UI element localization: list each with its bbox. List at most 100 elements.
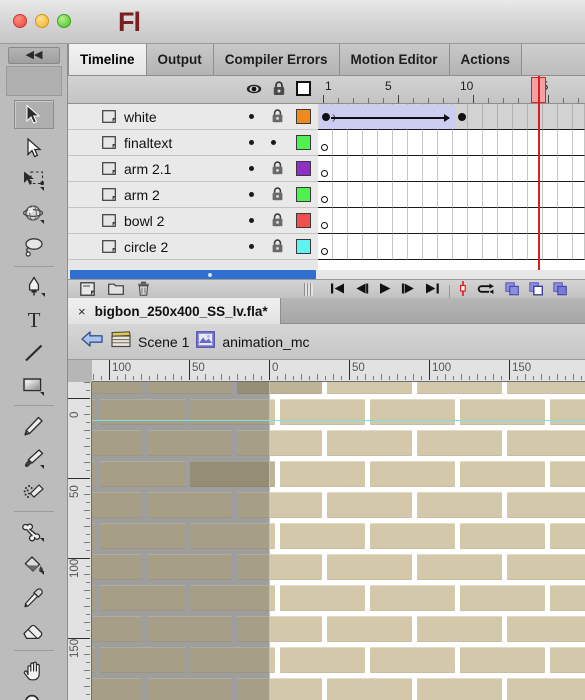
bone-tool[interactable] xyxy=(6,515,62,548)
tab-actions[interactable]: Actions xyxy=(449,44,523,75)
document-tab[interactable]: × bigbon_250x400_SS_lv.fla* xyxy=(68,298,281,324)
brush-tool[interactable] xyxy=(6,442,62,475)
onion-skin-marker-icon[interactable] xyxy=(459,281,467,298)
frame-row[interactable] xyxy=(318,130,585,156)
layer-visibility-toggle[interactable] xyxy=(249,192,254,197)
zoom-window-button[interactable] xyxy=(57,14,71,28)
vertical-guide[interactable] xyxy=(269,382,270,700)
pencil-tool[interactable] xyxy=(6,409,62,442)
layer-row[interactable]: arm 2.1 xyxy=(68,156,318,182)
frame-row[interactable] xyxy=(318,156,585,182)
panel-tab-bar[interactable]: Timeline Output Compiler Errors Motion Edit… xyxy=(68,44,585,76)
layer-outline-color-swatch[interactable] xyxy=(296,213,311,228)
timeline-ruler[interactable]: 15101520 xyxy=(318,76,585,104)
loop-playback-icon[interactable] xyxy=(476,282,496,298)
empty-keyframe[interactable] xyxy=(321,196,328,203)
stage-canvas[interactable] xyxy=(92,382,585,700)
tab-compiler-errors[interactable]: Compiler Errors xyxy=(213,44,340,75)
symbol-label[interactable]: animation_mc xyxy=(222,334,309,350)
go-to-first-frame-button[interactable] xyxy=(330,282,345,298)
play-button[interactable] xyxy=(378,282,392,298)
selection-tool[interactable] xyxy=(6,98,62,131)
lasso-tool[interactable] xyxy=(6,230,62,263)
frame-row[interactable] xyxy=(318,104,585,130)
layer-lock-toggle[interactable] xyxy=(271,239,284,258)
frame-row[interactable] xyxy=(318,182,585,208)
layer-lock-toggle[interactable] xyxy=(271,135,276,145)
collapse-panel-button[interactable]: ◀◀ xyxy=(8,47,60,64)
layer-row[interactable]: circle 2 xyxy=(68,234,318,260)
layer-outline-color-swatch[interactable] xyxy=(296,187,311,202)
text-tool[interactable]: T xyxy=(6,303,62,336)
new-folder-icon[interactable] xyxy=(108,282,124,298)
vertical-ruler[interactable]: 0 50 100 150 xyxy=(68,382,92,700)
line-tool[interactable] xyxy=(6,336,62,369)
scene-clapboard-icon[interactable] xyxy=(111,330,131,353)
frame-row[interactable] xyxy=(318,234,585,260)
onion-skin-outlines-icon[interactable] xyxy=(529,281,544,299)
keyframe[interactable] xyxy=(322,113,330,121)
new-layer-icon[interactable] xyxy=(80,281,95,299)
empty-keyframe[interactable] xyxy=(321,222,328,229)
keyframe[interactable] xyxy=(458,113,466,121)
3d-rotation-tool[interactable] xyxy=(6,197,62,230)
outline-square-icon[interactable] xyxy=(295,80,312,101)
spray-brush-tool[interactable] xyxy=(6,475,62,508)
empty-keyframe[interactable] xyxy=(321,144,328,151)
minimize-window-button[interactable] xyxy=(35,14,49,28)
eraser-tool[interactable] xyxy=(6,614,62,647)
layer-list[interactable]: white finaltext arm 2.1 arm 2 bowl 2 circle 2 xyxy=(68,104,318,260)
timeline-resize-grip[interactable] xyxy=(304,283,313,296)
rectangle-tool[interactable] xyxy=(6,369,62,402)
subselection-tool[interactable] xyxy=(6,131,62,164)
layer-visibility-toggle[interactable] xyxy=(249,166,254,171)
layer-row[interactable]: arm 2 xyxy=(68,182,318,208)
close-document-icon[interactable]: × xyxy=(78,304,86,319)
layer-lock-toggle[interactable] xyxy=(271,187,284,206)
go-to-last-frame-button[interactable] xyxy=(425,282,440,298)
edit-multiple-frames-icon[interactable] xyxy=(553,281,568,299)
layer-row[interactable]: bowl 2 xyxy=(68,208,318,234)
layer-outline-color-swatch[interactable] xyxy=(296,109,311,124)
pen-tool[interactable] xyxy=(6,270,62,303)
step-forward-one-frame-button[interactable] xyxy=(401,282,416,298)
layer-lock-toggle[interactable] xyxy=(271,213,284,232)
onion-skin-icon[interactable] xyxy=(505,281,520,299)
frame-row[interactable] xyxy=(318,208,585,234)
layer-visibility-toggle[interactable] xyxy=(249,244,254,249)
empty-keyframe[interactable] xyxy=(321,248,328,255)
layer-lock-toggle[interactable] xyxy=(271,161,284,180)
horizontal-guide[interactable] xyxy=(92,420,585,421)
tab-output[interactable]: Output xyxy=(146,44,214,75)
empty-keyframe[interactable] xyxy=(321,170,328,177)
layer-lock-toggle[interactable] xyxy=(271,109,284,128)
zoom-tool[interactable] xyxy=(6,687,62,700)
h-ruler-tick xyxy=(557,374,558,380)
layer-row[interactable]: finaltext xyxy=(68,130,318,156)
layer-visibility-toggle[interactable] xyxy=(249,114,254,119)
window-controls[interactable] xyxy=(13,14,71,28)
frames-grid[interactable] xyxy=(318,104,585,270)
layer-outline-color-swatch[interactable] xyxy=(296,135,311,150)
layer-visibility-toggle[interactable] xyxy=(249,140,254,145)
timeline-horizontal-scrollbar[interactable] xyxy=(70,270,316,279)
layer-outline-color-swatch[interactable] xyxy=(296,239,311,254)
layer-visibility-toggle[interactable] xyxy=(249,218,254,223)
free-transform-tool[interactable] xyxy=(6,164,62,197)
close-window-button[interactable] xyxy=(13,14,27,28)
eyedropper-tool[interactable] xyxy=(6,581,62,614)
back-arrow-icon[interactable] xyxy=(80,329,104,354)
scene-label[interactable]: Scene 1 xyxy=(138,334,189,350)
hand-tool[interactable] xyxy=(6,654,62,687)
tab-motion-editor[interactable]: Motion Editor xyxy=(339,44,450,75)
delete-layer-icon[interactable] xyxy=(137,281,150,298)
paint-bucket-tool[interactable] xyxy=(6,548,62,581)
step-back-one-frame-button[interactable] xyxy=(354,282,369,298)
layer-row[interactable]: white xyxy=(68,104,318,130)
tab-timeline[interactable]: Timeline xyxy=(68,44,147,75)
movieclip-icon[interactable] xyxy=(196,330,216,353)
eye-icon[interactable] xyxy=(246,82,262,100)
lock-icon[interactable] xyxy=(272,81,286,101)
horizontal-ruler[interactable]: 10050050100150200 xyxy=(92,360,585,382)
layer-outline-color-swatch[interactable] xyxy=(296,161,311,176)
